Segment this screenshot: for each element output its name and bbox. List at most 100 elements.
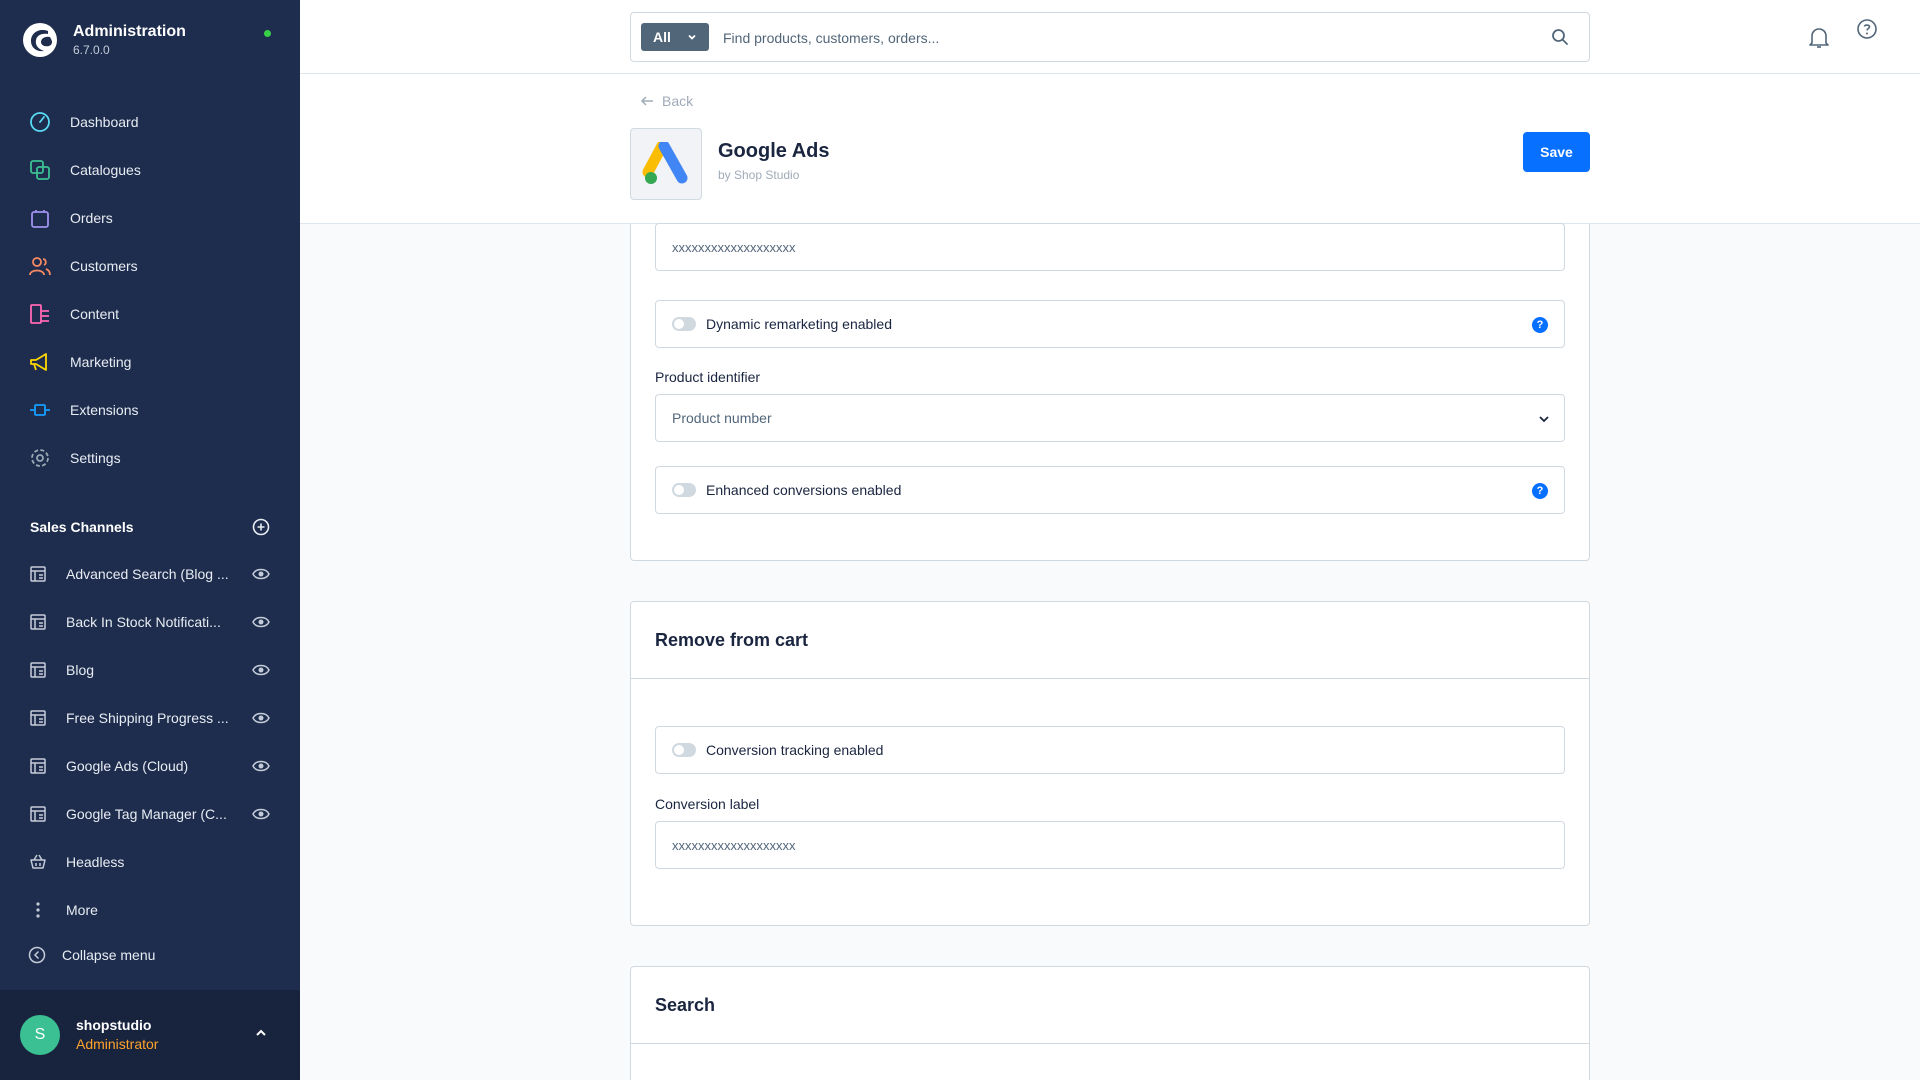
card-divider: [631, 1043, 1589, 1044]
product-identifier-value: Product number: [672, 410, 772, 426]
sales-channels-header: Sales Channels: [30, 518, 270, 536]
enhanced-conversions-row: Enhanced conversions enabled ?: [655, 466, 1565, 514]
bell-icon[interactable]: [1808, 26, 1830, 50]
conversion-label-label: Conversion label: [655, 796, 760, 812]
nav-item-dashboard[interactable]: Dashboard: [0, 98, 300, 146]
collapse-menu-button[interactable]: Collapse menu: [28, 946, 155, 964]
sidebar: Administration 6.7.0.0 Dashboard Catalog…: [0, 0, 300, 1080]
chevron-left-circle-icon: [28, 946, 46, 964]
user-name: shopstudio: [76, 1017, 152, 1033]
sales-channel-label: Headless: [66, 854, 125, 870]
nav-label: Content: [70, 306, 120, 322]
product-identifier-select[interactable]: Product number: [655, 394, 1565, 442]
sales-channels-title: Sales Channels: [30, 519, 134, 535]
product-identifier-label: Product identifier: [655, 369, 761, 385]
storefront-icon: [28, 612, 48, 632]
brand[interactable]: Administration 6.7.0.0: [22, 22, 186, 58]
storefront-icon: [28, 804, 48, 824]
app-author: by Shop Studio: [718, 168, 800, 182]
nav-label: Marketing: [70, 354, 132, 370]
storefront-icon: [28, 660, 48, 680]
eye-icon[interactable]: [252, 757, 270, 775]
tracking-card: xxxxxxxxxxxxxxxxxxx Dynamic remarketing …: [630, 223, 1590, 561]
nav-label: Customers: [70, 258, 138, 274]
brand-title: Administration: [73, 23, 186, 40]
nav-item-orders[interactable]: Orders: [0, 194, 300, 242]
sales-channel-item[interactable]: Google Ads (Cloud): [0, 742, 300, 790]
orders-icon: [28, 206, 52, 230]
nav-label: Extensions: [70, 402, 139, 418]
page-header: Back Google Ads by Shop Studio Save: [300, 74, 1920, 224]
save-button[interactable]: Save: [1523, 132, 1590, 172]
enhanced-conversions-label: Enhanced conversions enabled: [706, 482, 902, 498]
nav-item-customers[interactable]: Customers: [0, 242, 300, 290]
avatar: S: [20, 1015, 60, 1055]
sales-channel-label: Google Ads (Cloud): [66, 758, 189, 774]
nav-item-settings[interactable]: Settings: [0, 434, 300, 482]
help-icon[interactable]: [1856, 18, 1878, 40]
collapse-menu-label: Collapse menu: [62, 947, 156, 963]
card-title: Search: [655, 995, 716, 1015]
eye-icon[interactable]: [252, 805, 270, 823]
storefront-icon: [28, 708, 48, 728]
enhanced-conversions-toggle[interactable]: [672, 483, 696, 497]
sales-channel-more[interactable]: More: [0, 886, 300, 934]
topbar: All: [300, 0, 1920, 74]
settings-icon: [28, 446, 52, 470]
nav-label: Settings: [70, 450, 121, 466]
back-link[interactable]: Back: [640, 93, 693, 109]
nav-item-marketing[interactable]: Marketing: [0, 338, 300, 386]
customers-icon: [28, 254, 52, 278]
nav-label: Dashboard: [70, 114, 139, 130]
sales-channel-list: Advanced Search (Blog ... Back In Stock …: [0, 550, 300, 934]
eye-icon[interactable]: [252, 709, 270, 727]
dynamic-remarketing-row: Dynamic remarketing enabled ?: [655, 300, 1565, 348]
nav-item-extensions[interactable]: Extensions: [0, 386, 300, 434]
sales-channel-item[interactable]: Google Tag Manager (C...: [0, 790, 300, 838]
search-icon[interactable]: [1551, 28, 1569, 46]
global-search: All: [630, 12, 1590, 62]
card-title: Remove from cart: [655, 630, 809, 650]
main-nav: Dashboard Catalogues Orders Customers Co…: [0, 98, 300, 482]
eye-icon[interactable]: [252, 661, 270, 679]
shopware-logo-icon: [23, 23, 57, 57]
search-type-dropdown[interactable]: All: [641, 23, 709, 51]
sales-channel-item[interactable]: Free Shipping Progress ...: [0, 694, 300, 742]
conversion-tracking-label: Conversion tracking enabled: [706, 742, 884, 758]
nav-item-content[interactable]: Content: [0, 290, 300, 338]
back-label: Back: [662, 93, 694, 109]
storefront-icon: [28, 756, 48, 776]
more-vertical-icon: [28, 900, 48, 920]
app-title: Google Ads: [718, 140, 830, 162]
catalogues-icon: [28, 158, 52, 182]
chevron-up-icon[interactable]: [254, 1026, 268, 1040]
card-divider: [631, 678, 1589, 679]
user-role: Administrator: [76, 1036, 159, 1052]
sales-channel-item[interactable]: Blog: [0, 646, 300, 694]
conversion-label-field[interactable]: xxxxxxxxxxxxxxxxxxx: [655, 821, 1565, 869]
nav-label: Catalogues: [70, 162, 141, 178]
conversion-id-field[interactable]: xxxxxxxxxxxxxxxxxxx: [655, 223, 1565, 271]
dashboard-icon: [28, 110, 52, 134]
nav-item-catalogues[interactable]: Catalogues: [0, 146, 300, 194]
dynamic-remarketing-toggle[interactable]: [672, 317, 696, 331]
status-dot: [264, 30, 271, 37]
search-card: Search: [630, 966, 1590, 1080]
help-circle-icon[interactable]: ?: [1532, 483, 1548, 499]
basket-icon: [28, 852, 48, 872]
sales-channel-item[interactable]: Advanced Search (Blog ...: [0, 550, 300, 598]
extensions-icon: [28, 398, 52, 422]
conversion-tracking-toggle[interactable]: [672, 743, 696, 757]
sales-channel-item[interactable]: Back In Stock Notificati...: [0, 598, 300, 646]
dynamic-remarketing-label: Dynamic remarketing enabled: [706, 316, 892, 332]
eye-icon[interactable]: [252, 565, 270, 583]
conversion-tracking-row: Conversion tracking enabled: [655, 726, 1565, 774]
add-sales-channel-icon[interactable]: [252, 518, 270, 536]
help-circle-icon[interactable]: ?: [1532, 317, 1548, 333]
user-panel[interactable]: S shopstudio Administrator: [0, 990, 300, 1080]
eye-icon[interactable]: [252, 613, 270, 631]
sales-channel-item-headless[interactable]: Headless: [0, 838, 300, 886]
search-input[interactable]: [723, 25, 1523, 51]
sales-channel-label: Google Tag Manager (C...: [66, 806, 227, 822]
brand-version: 6.7.0.0: [73, 43, 110, 57]
